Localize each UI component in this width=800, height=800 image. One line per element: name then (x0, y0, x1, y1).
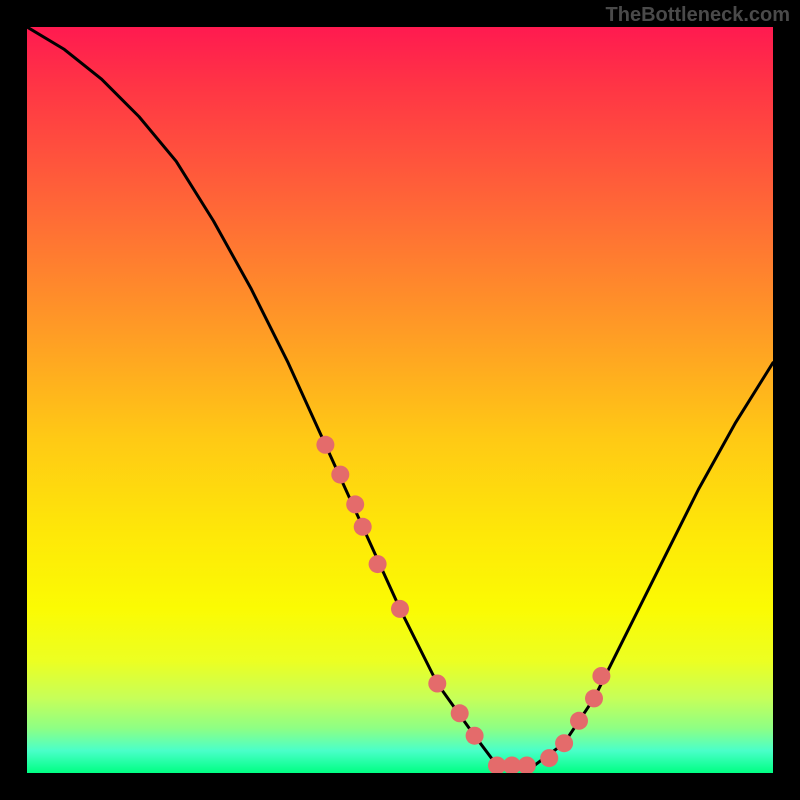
plot-area (27, 27, 773, 773)
curve-svg (27, 27, 773, 773)
bottleneck-curve (27, 27, 773, 766)
chart-container: TheBottleneck.com (0, 0, 800, 800)
watermark-text: TheBottleneck.com (606, 4, 790, 27)
